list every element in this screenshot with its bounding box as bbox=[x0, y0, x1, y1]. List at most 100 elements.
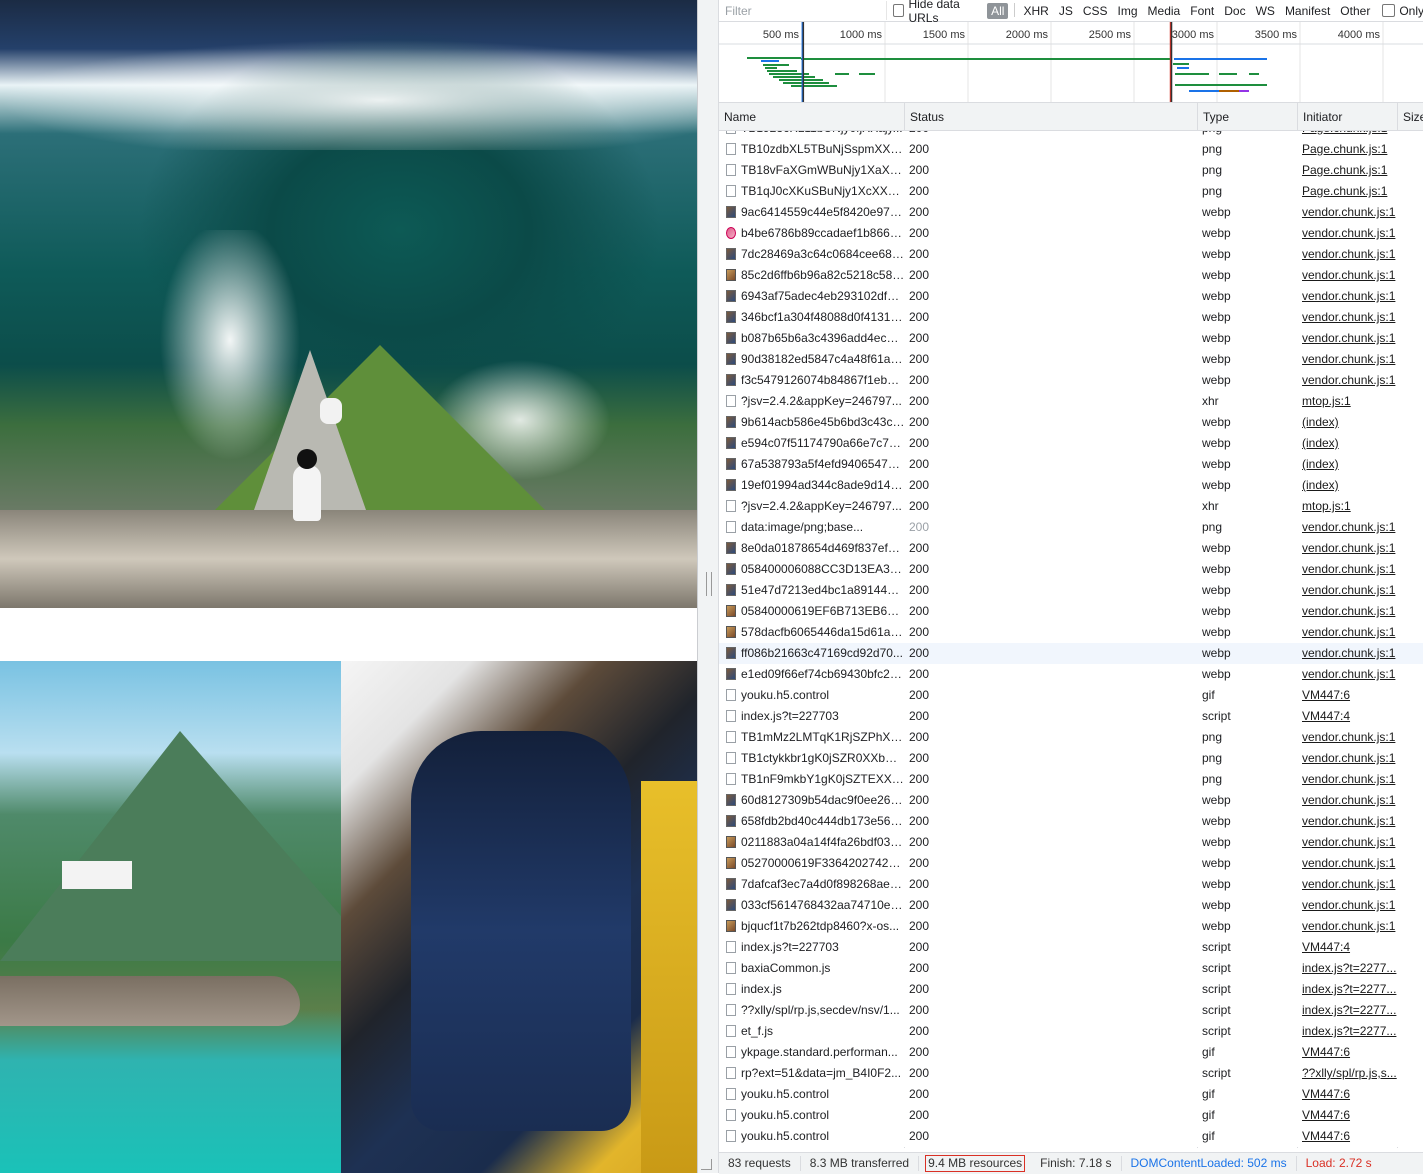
request-initiator[interactable]: (index) bbox=[1298, 433, 1398, 454]
request-initiator[interactable]: vendor.chunk.js:1 bbox=[1298, 895, 1398, 916]
table-row[interactable]: TB1nF9mkbY1gK0jSZTEXXX... 200 png vendor.ch… bbox=[719, 769, 1423, 790]
request-initiator[interactable]: vendor.chunk.js:1 bbox=[1298, 664, 1398, 685]
drag-handle-icon[interactable] bbox=[706, 572, 712, 596]
type-filter-font[interactable]: Font bbox=[1186, 3, 1218, 19]
table-row[interactable]: et_f.js 200 script index.js?t=2277... bbox=[719, 1021, 1423, 1042]
type-filter-ws[interactable]: WS bbox=[1252, 3, 1279, 19]
request-initiator[interactable]: VM447:6 bbox=[1298, 1105, 1398, 1126]
table-row[interactable]: ff086b21663c47169cd92d70... 200 webp vendor… bbox=[719, 643, 1423, 664]
request-initiator[interactable]: vendor.chunk.js:1 bbox=[1298, 727, 1398, 748]
table-row[interactable]: index.js 200 script index.js?t=2277... bbox=[719, 979, 1423, 1000]
table-row[interactable]: youku.h5.control 200 gif VM447:6 bbox=[719, 1084, 1423, 1105]
request-initiator[interactable]: vendor.chunk.js:1 bbox=[1298, 202, 1398, 223]
table-row[interactable]: e1ed09f66ef74cb69430bfc2e... 200 webp vendo… bbox=[719, 664, 1423, 685]
request-initiator[interactable]: vendor.chunk.js:1 bbox=[1298, 328, 1398, 349]
request-initiator[interactable]: vendor.chunk.js:1 bbox=[1298, 370, 1398, 391]
table-row[interactable]: 578dacfb6065446da15d61a5... 200 webp vendor… bbox=[719, 622, 1423, 643]
table-row[interactable]: TB1mMz2LMTqK1RjSZPhXX... 200 png vendor.chu… bbox=[719, 727, 1423, 748]
type-filter-media[interactable]: Media bbox=[1144, 3, 1185, 19]
request-initiator[interactable]: vendor.chunk.js:1 bbox=[1298, 853, 1398, 874]
request-initiator[interactable]: vendor.chunk.js:1 bbox=[1298, 538, 1398, 559]
table-row[interactable]: 19ef01994ad344c8ade9d14a... 200 webp (index… bbox=[719, 475, 1423, 496]
table-row[interactable]: youku.h5.control 200 gif VM447:6 bbox=[719, 1105, 1423, 1126]
type-filter-all[interactable]: All bbox=[987, 2, 1009, 19]
request-initiator[interactable]: index.js?t=2277... bbox=[1298, 958, 1398, 979]
column-header-size[interactable]: Size bbox=[1398, 103, 1423, 130]
request-initiator[interactable]: vendor.chunk.js:1 bbox=[1298, 223, 1398, 244]
request-initiator[interactable]: vendor.chunk.js:1 bbox=[1298, 916, 1398, 937]
type-filter-js[interactable]: JS bbox=[1055, 3, 1077, 19]
table-row[interactable]: TB1qJ0cXKuSBuNjy1XcXXcY... 200 png Page.chu… bbox=[719, 181, 1423, 202]
request-initiator[interactable]: VM447:4 bbox=[1298, 937, 1398, 958]
table-row[interactable]: bjqucf1t7b262tdp8460?x-os... 200 webp vendo… bbox=[719, 916, 1423, 937]
table-row[interactable]: index.js?t=227703 200 script VM447:4 bbox=[719, 706, 1423, 727]
request-initiator[interactable]: vendor.chunk.js:1 bbox=[1298, 790, 1398, 811]
request-initiator[interactable]: vendor.chunk.js:1 bbox=[1298, 286, 1398, 307]
column-header-status[interactable]: Status bbox=[905, 103, 1198, 130]
network-overview-timeline[interactable]: 500 ms 1000 ms 1500 ms 2000 ms 2500 ms 3000 m… bbox=[719, 22, 1423, 103]
request-initiator[interactable]: (index) bbox=[1298, 412, 1398, 433]
type-filter-other[interactable]: Other bbox=[1336, 3, 1374, 19]
table-row[interactable]: 05270000619F336420274209... 200 webp vendor… bbox=[719, 853, 1423, 874]
table-row[interactable]: index.js?t=227703 200 script VM447:4 bbox=[719, 937, 1423, 958]
table-row[interactable]: ??xlly/spl/rp.js,secdev/nsv/1... 200 scrip… bbox=[719, 1000, 1423, 1021]
request-initiator[interactable]: index.js?t=2277... bbox=[1298, 979, 1398, 1000]
table-row[interactable]: 9b614acb586e45b6bd3c43c6... 200 webp (index… bbox=[719, 412, 1423, 433]
hide-data-urls-checkbox[interactable]: Hide data URLs bbox=[893, 0, 981, 25]
table-row[interactable]: 85c2d6ffb6b96a82c5218c584... 200 webp vendo… bbox=[719, 265, 1423, 286]
table-row[interactable]: 90d38182ed5847c4a48f61ad... 200 webp vendor… bbox=[719, 349, 1423, 370]
request-initiator[interactable]: vendor.chunk.js:1 bbox=[1298, 643, 1398, 664]
wave-path-image[interactable] bbox=[0, 0, 697, 608]
request-initiator[interactable]: vendor.chunk.js:1 bbox=[1298, 307, 1398, 328]
table-row[interactable]: 658fdb2bd40c444db173e564... 200 webp vendor… bbox=[719, 811, 1423, 832]
type-filter-manifest[interactable]: Manifest bbox=[1281, 3, 1334, 19]
panel-splitter[interactable] bbox=[698, 0, 719, 1173]
table-row[interactable]: 6943af75adec4eb293102df21... 200 webp vendo… bbox=[719, 286, 1423, 307]
table-row[interactable]: baxiaCommon.js 200 script index.js?t=2277..… bbox=[719, 958, 1423, 979]
request-initiator[interactable]: (index) bbox=[1298, 454, 1398, 475]
request-initiator[interactable]: vendor.chunk.js:1 bbox=[1298, 811, 1398, 832]
request-initiator[interactable]: Page.chunk.js:1 bbox=[1298, 131, 1398, 139]
table-row[interactable]: 7dc28469a3c64c0684cee688... 200 webp vendor… bbox=[719, 244, 1423, 265]
only-checkbox[interactable]: Only bbox=[1382, 4, 1423, 18]
type-filter-xhr[interactable]: XHR bbox=[1019, 3, 1052, 19]
checkbox-icon[interactable] bbox=[893, 4, 905, 17]
table-row[interactable]: 058400006088CC3D13EA350... 200 webp vendor.… bbox=[719, 559, 1423, 580]
request-initiator[interactable]: vendor.chunk.js:1 bbox=[1298, 601, 1398, 622]
request-initiator[interactable]: Page.chunk.js:1 bbox=[1298, 160, 1398, 181]
request-initiator[interactable]: vendor.chunk.js:1 bbox=[1298, 265, 1398, 286]
filter-input[interactable] bbox=[719, 1, 887, 20]
coastal-mountain-image[interactable] bbox=[0, 661, 341, 1173]
table-row[interactable]: ?jsv=2.4.2&appKey=246797... 200 xhr mtop.js… bbox=[719, 391, 1423, 412]
table-row[interactable]: e594c07f51174790a66e7c763... 200 webp (inde… bbox=[719, 433, 1423, 454]
table-row[interactable]: 8e0da01878654d469f837ef5c... 200 webp vendo… bbox=[719, 538, 1423, 559]
table-row[interactable]: 05840000619EF6B713EB6609... 200 webp vendor… bbox=[719, 601, 1423, 622]
request-initiator[interactable]: (index) bbox=[1298, 475, 1398, 496]
request-initiator[interactable]: vendor.chunk.js:1 bbox=[1298, 580, 1398, 601]
table-row[interactable]: f3c5479126074b84867f1eb16... 200 webp vendo… bbox=[719, 370, 1423, 391]
request-initiator[interactable]: vendor.chunk.js:1 bbox=[1298, 748, 1398, 769]
car-seat-image[interactable] bbox=[341, 661, 697, 1173]
request-initiator[interactable]: VM447:6 bbox=[1298, 685, 1398, 706]
request-initiator[interactable]: VM447:4 bbox=[1298, 706, 1398, 727]
table-row[interactable]: 7dafcaf3ec7a4d0f898268ae7... 200 webp vendo… bbox=[719, 874, 1423, 895]
request-initiator[interactable]: vendor.chunk.js:1 bbox=[1298, 832, 1398, 853]
column-header-name[interactable]: Name bbox=[719, 103, 905, 130]
type-filter-css[interactable]: CSS bbox=[1079, 3, 1112, 19]
request-initiator[interactable]: vendor.chunk.js:1 bbox=[1298, 769, 1398, 790]
request-initiator[interactable]: vendor.chunk.js:1 bbox=[1298, 622, 1398, 643]
table-row[interactable]: rp?ext=51&data=jm_B4I0F2... 200 script ??xl… bbox=[719, 1063, 1423, 1084]
table-row[interactable]: b4be6786b89ccadaef1b8666... 200 webp vendor… bbox=[719, 223, 1423, 244]
checkbox-icon[interactable] bbox=[1382, 4, 1396, 17]
table-row[interactable]: 60d8127309b54dac9f0ee269... 200 webp vendor… bbox=[719, 790, 1423, 811]
request-initiator[interactable]: Page.chunk.js:1 bbox=[1298, 181, 1398, 202]
table-row[interactable]: TB1ctykkbr1gK0jSZR0XXbP8... 200 png vendor.… bbox=[719, 748, 1423, 769]
type-filter-img[interactable]: Img bbox=[1114, 3, 1142, 19]
table-row[interactable]: ?jsv=2.4.2&appKey=246797... 200 xhr mtop.js… bbox=[719, 496, 1423, 517]
table-row[interactable]: 51e47d7213ed4bc1a89144dd... 200 webp vendor… bbox=[719, 580, 1423, 601]
table-row[interactable]: youku.h5.control 200 gif VM447:6 bbox=[719, 685, 1423, 706]
request-initiator[interactable]: VM447:6 bbox=[1298, 1126, 1398, 1147]
request-initiator[interactable]: index.js?t=2277... bbox=[1298, 1000, 1398, 1021]
request-initiator[interactable]: vendor.chunk.js:1 bbox=[1298, 244, 1398, 265]
request-initiator[interactable]: vendor.chunk.js:1 bbox=[1298, 517, 1398, 538]
